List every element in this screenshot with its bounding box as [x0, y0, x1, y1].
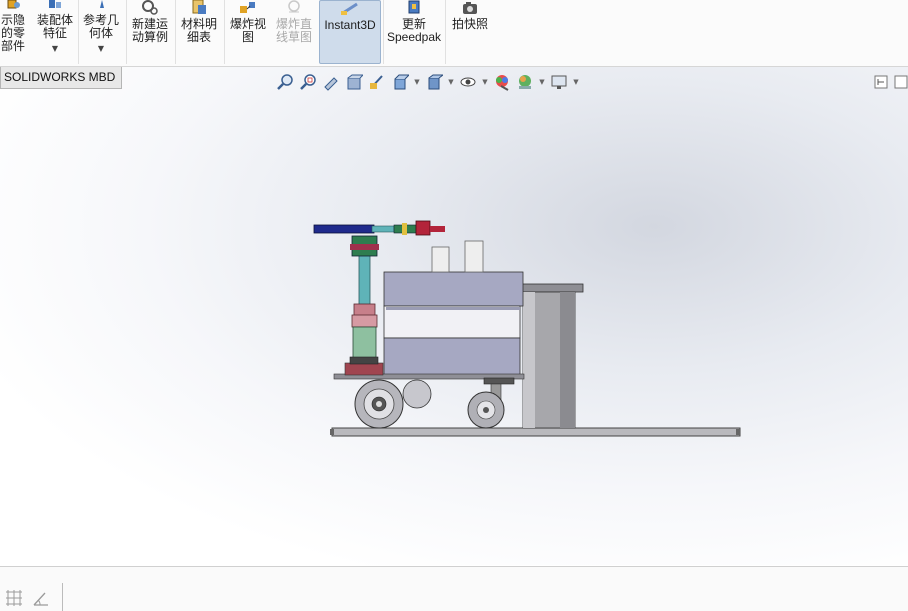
bill-of-materials-label: 材料明 细表 [180, 17, 217, 44]
base-plate [331, 427, 741, 437]
view-orientation-icon[interactable] [390, 72, 410, 92]
tube-right [464, 240, 484, 273]
explode-line-sketch-label: 爆炸直 线草图 [275, 17, 312, 44]
status-bar [0, 566, 908, 611]
grid-icon[interactable] [5, 589, 23, 611]
spring-housing [352, 326, 377, 362]
previous-view-icon[interactable] [321, 72, 341, 92]
update-speedpak-label: 更新 Speedpak [386, 17, 442, 44]
speedpak-icon [404, 0, 424, 16]
heads-up-view-toolbar: ▼ ▼ ▼ ▼ ▼ [275, 71, 580, 93]
cart-assembly-model[interactable] [0, 67, 908, 565]
new-motion-study-button[interactable]: 新建运 动算例 [128, 0, 172, 64]
apply-scene-icon[interactable] [515, 72, 535, 92]
hide-show-items-icon[interactable] [458, 72, 478, 92]
zoom-to-area-icon[interactable] [298, 72, 318, 92]
tube-left [431, 246, 450, 273]
reference-geometry-label: 参考几 何体 [82, 13, 119, 40]
show-hide-components-label: 示隐 的零 部件 [0, 13, 25, 53]
angle-icon[interactable] [32, 589, 50, 611]
zoom-to-fit-icon[interactable] [275, 72, 295, 92]
tab-solidworks-mbd[interactable]: SOLIDWORKS MBD [0, 67, 123, 89]
handle-bar-left [313, 224, 375, 234]
take-snapshot-label: 拍快照 [451, 17, 488, 31]
assembly-features-button[interactable]: 装配体 特征 ▼ [34, 0, 76, 64]
take-snapshot-button[interactable]: 拍快照 [447, 0, 493, 64]
dynamic-annotation-icon[interactable] [367, 72, 387, 92]
section-view-icon[interactable] [344, 72, 364, 92]
upper-housing [383, 271, 524, 307]
instant3d-button[interactable]: Instant3D [319, 0, 381, 64]
chevron-down-icon[interactable]: ▼ [52, 42, 58, 55]
exploded-view-label: 爆炸视 图 [229, 17, 266, 44]
status-divider [62, 583, 63, 611]
explode-line-sketch-icon [284, 0, 304, 16]
chevron-down-icon[interactable]: ▼ [572, 78, 580, 86]
instant3d-label: Instant3D [324, 18, 376, 32]
motion-study-icon [140, 0, 160, 16]
graphics-area[interactable] [0, 67, 908, 565]
lower-housing [383, 337, 521, 377]
edit-appearance-icon[interactable] [492, 72, 512, 92]
chevron-down-icon[interactable]: ▼ [538, 78, 546, 86]
assembly-features-label: 装配体 特征 [36, 13, 73, 40]
display-style-icon[interactable] [424, 72, 444, 92]
handle-grip-red [415, 220, 431, 236]
chevron-down-icon[interactable]: ▼ [413, 78, 421, 86]
steering-shaft [358, 254, 371, 306]
chevron-down-icon[interactable]: ▼ [481, 78, 489, 86]
chevron-down-icon[interactable]: ▼ [98, 42, 104, 55]
new-motion-study-label: 新建运 动算例 [131, 17, 168, 44]
viewport-window-controls [874, 74, 908, 93]
update-speedpak-button[interactable]: 更新 Speedpak [385, 0, 443, 64]
column-cap [514, 283, 584, 293]
reference-geometry-button[interactable]: 参考几 何体 ▼ [80, 0, 122, 64]
explode-line-sketch-button[interactable]: 爆炸直 线草图 [272, 0, 316, 64]
instant3d-icon [339, 1, 361, 17]
camera-icon [460, 0, 480, 16]
view-settings-icon[interactable] [549, 72, 569, 92]
panel-icon[interactable] [894, 74, 908, 93]
bill-of-materials-icon [189, 0, 209, 16]
command-manager-ribbon: 示隐 的零 部件 装配体 特征 ▼ 参考几 何体 ▼ 新建运 动算例 材料明 细… [0, 0, 908, 67]
show-hide-components-button[interactable]: 示隐 的零 部件 [0, 0, 28, 64]
restore-panel-icon[interactable] [874, 74, 888, 93]
bill-of-materials-button[interactable]: 材料明 细表 [177, 0, 221, 64]
exploded-view-button[interactable]: 爆炸视 图 [226, 0, 270, 64]
exploded-view-icon [238, 0, 258, 16]
chevron-down-icon[interactable]: ▼ [447, 78, 455, 86]
